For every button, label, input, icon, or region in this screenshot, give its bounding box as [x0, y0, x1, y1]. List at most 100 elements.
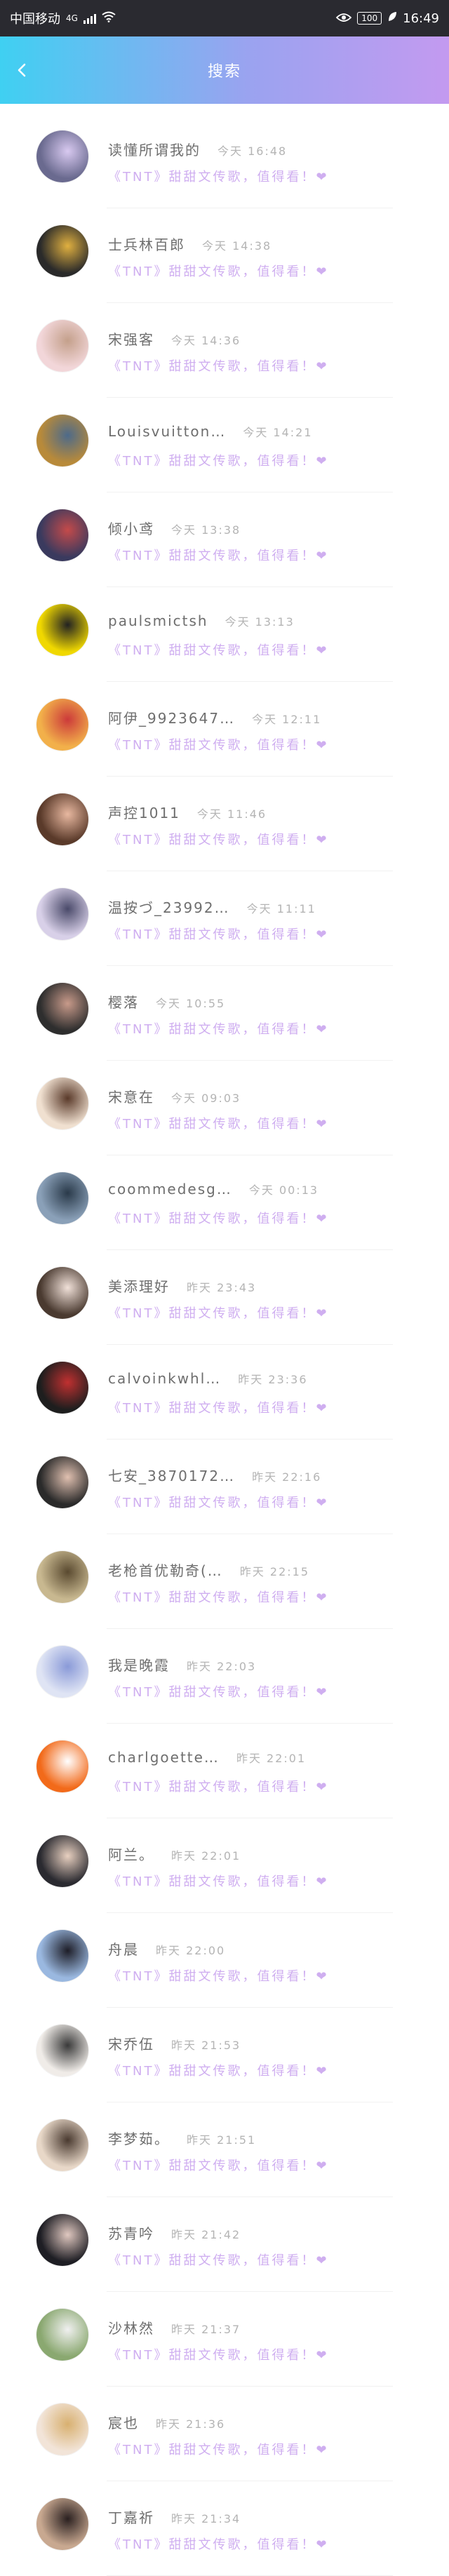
user-name: coommedesg…	[108, 1181, 232, 1198]
name-line: 宋意在 今天 09:03	[108, 1086, 241, 1106]
list-item[interactable]: 老枪首优勒奇(… 昨天 22:15 《TNT》甜甜文传歌，值得看！❤	[0, 1534, 449, 1629]
eye-icon	[335, 11, 352, 26]
carrier-label: 中国移动	[10, 12, 60, 27]
list-item[interactable]: 樱落 今天 10:55 《TNT》甜甜文传歌，值得看！❤	[0, 966, 449, 1061]
avatar	[36, 1078, 88, 1129]
back-button[interactable]	[8, 56, 36, 84]
name-line: 七安_3870172… 昨天 22:16	[108, 1465, 321, 1485]
list-item[interactable]: 倾小鸢 今天 13:38 《TNT》甜甜文传歌，值得看！❤	[0, 492, 449, 587]
user-name: 舟晨	[108, 1941, 139, 1958]
timestamp: 今天 16:48	[217, 145, 288, 158]
name-line: 宸也 昨天 21:36	[108, 2412, 225, 2432]
message-preview: 《TNT》甜甜文传歌，值得看！❤	[108, 2443, 329, 2457]
message-preview: 《TNT》甜甜文传歌，值得看！❤	[108, 359, 329, 374]
name-line: 丁嘉祈 昨天 21:34	[108, 2507, 241, 2527]
list-item[interactable]: 宋意在 今天 09:03 《TNT》甜甜文传歌，值得看！❤	[0, 1061, 449, 1155]
timestamp: 昨天 22:00	[156, 1944, 226, 1957]
message-preview: 《TNT》甜甜文传歌，值得看！❤	[108, 643, 329, 658]
timestamp: 今天 11:11	[246, 902, 316, 915]
avatar	[36, 2309, 88, 2361]
message-preview: 《TNT》甜甜文传歌，值得看！❤	[108, 2537, 329, 2552]
list-item[interactable]: 舟晨 昨天 22:00 《TNT》甜甜文传歌，值得看！❤	[0, 1913, 449, 2008]
list-item[interactable]: 丁嘉祈 昨天 21:34 《TNT》甜甜文传歌，值得看！❤	[0, 2481, 449, 2576]
list-item[interactable]: 我是晚霞 昨天 22:03 《TNT》甜甜文传歌，值得看！❤	[0, 1629, 449, 1724]
user-name: 沙林然	[108, 2320, 154, 2337]
timestamp: 今天 12:11	[252, 713, 322, 726]
timestamp: 昨天 23:43	[187, 1281, 257, 1294]
message-preview: 《TNT》甜甜文传歌，值得看！❤	[108, 1590, 329, 1605]
list-item[interactable]: 阿伊_9923647… 今天 12:11 《TNT》甜甜文传歌，值得看！❤	[0, 682, 449, 777]
header-bar: 搜索	[0, 36, 449, 104]
list-item[interactable]: calvoinkwhl… 昨天 23:36 《TNT》甜甜文传歌，值得看！❤	[0, 1345, 449, 1440]
list-item[interactable]: 温按づ_23992… 今天 11:11 《TNT》甜甜文传歌，值得看！❤	[0, 871, 449, 966]
name-line: 倾小鸢 今天 13:38	[108, 518, 241, 538]
timestamp: 昨天 21:34	[171, 2512, 241, 2525]
timestamp: 今天 10:55	[156, 997, 226, 1010]
name-line: 老枪首优勒奇(… 昨天 22:15	[108, 1559, 309, 1580]
list-item[interactable]: 美添理好 昨天 23:43 《TNT》甜甜文传歌，值得看！❤	[0, 1250, 449, 1345]
list-item[interactable]: coommedesg… 今天 00:13 《TNT》甜甜文传歌，值得看！❤	[0, 1155, 449, 1250]
name-line: 沙林然 昨天 21:37	[108, 2317, 241, 2337]
name-line: 美添理好 昨天 23:43	[108, 1275, 256, 1296]
list-item[interactable]: 声控1011 今天 11:46 《TNT》甜甜文传歌，值得看！❤	[0, 777, 449, 871]
name-line: 樱落 今天 10:55	[108, 991, 225, 1012]
avatar	[36, 888, 88, 940]
timestamp: 昨天 21:37	[171, 2323, 241, 2336]
list-item[interactable]: charlgoette… 昨天 22:01 《TNT》甜甜文传歌，值得看！❤	[0, 1724, 449, 1818]
message-preview: 《TNT》甜甜文传歌，值得看！❤	[108, 1212, 329, 1226]
page-title: 搜索	[207, 63, 241, 81]
avatar	[36, 225, 88, 277]
avatar	[36, 1172, 88, 1224]
timestamp: 今天 13:38	[171, 523, 241, 537]
list-item[interactable]: paulsmictsh 今天 13:13 《TNT》甜甜文传歌，值得看！❤	[0, 587, 449, 682]
status-left: 中国移动 4G	[10, 9, 116, 27]
user-name: 倾小鸢	[108, 521, 154, 537]
name-line: 我是晚霞 昨天 22:03	[108, 1654, 256, 1675]
user-name: 士兵林百郎	[108, 236, 185, 253]
message-preview: 《TNT》甜甜文传歌，值得看！❤	[108, 1874, 329, 1889]
status-right: 100 16:49	[335, 11, 439, 26]
list-item[interactable]: 李梦茹。 昨天 21:51 《TNT》甜甜文传歌，值得看！❤	[0, 2102, 449, 2197]
name-line: charlgoette… 昨天 22:01	[108, 1749, 306, 1766]
list-item[interactable]: 宸也 昨天 21:36 《TNT》甜甜文传歌，值得看！❤	[0, 2387, 449, 2481]
timestamp: 昨天 22:01	[236, 1752, 307, 1765]
list-item[interactable]: 七安_3870172… 昨天 22:16 《TNT》甜甜文传歌，值得看！❤	[0, 1440, 449, 1534]
message-preview: 《TNT》甜甜文传歌，值得看！❤	[108, 1306, 329, 1321]
avatar	[36, 2498, 88, 2550]
message-preview: 《TNT》甜甜文传歌，值得看！❤	[108, 1496, 329, 1510]
message-preview: 《TNT》甜甜文传歌，值得看！❤	[108, 927, 329, 942]
list-item[interactable]: 苏青吟 昨天 21:42 《TNT》甜甜文传歌，值得看！❤	[0, 2197, 449, 2292]
name-line: 舟晨 昨天 22:00	[108, 1938, 225, 1959]
avatar	[36, 1456, 88, 1508]
list-item[interactable]: Louisvuitton… 今天 14:21 《TNT》甜甜文传歌，值得看！❤	[0, 398, 449, 492]
user-name: 阿伊_9923647…	[108, 710, 236, 727]
name-line: 士兵林百郎 今天 14:38	[108, 234, 272, 254]
timestamp: 昨天 21:53	[171, 2039, 241, 2052]
avatar	[36, 509, 88, 561]
list-item[interactable]: 读懂所谓我的 今天 16:48 《TNT》甜甜文传歌，值得看！❤	[0, 114, 449, 208]
avatar	[36, 1930, 88, 1982]
user-name: 阿兰。	[108, 1846, 154, 1863]
timestamp: 昨天 21:36	[156, 2417, 226, 2431]
message-preview: 《TNT》甜甜文传歌，值得看！❤	[108, 1685, 329, 1700]
list-item[interactable]: 宋乔伍 昨天 21:53 《TNT》甜甜文传歌，值得看！❤	[0, 2008, 449, 2102]
user-name: 苏青吟	[108, 2225, 154, 2242]
timestamp: 今天 09:03	[171, 1092, 241, 1105]
name-line: 声控1011 今天 11:46	[108, 802, 267, 822]
avatar	[36, 130, 88, 182]
avatar	[36, 1646, 88, 1698]
list-item[interactable]: 沙林然 昨天 21:37 《TNT》甜甜文传歌，值得看！❤	[0, 2292, 449, 2387]
list-item[interactable]: 宋强客 今天 14:36 《TNT》甜甜文传歌，值得看！❤	[0, 303, 449, 398]
timestamp: 今天 14:38	[202, 239, 272, 253]
timestamp: 昨天 21:42	[171, 2228, 241, 2241]
signal-icon	[83, 13, 96, 24]
list-item[interactable]: 士兵林百郎 今天 14:38 《TNT》甜甜文传歌，值得看！❤	[0, 208, 449, 303]
user-name: 美添理好	[108, 1278, 170, 1295]
list-item[interactable]: 阿兰。 昨天 22:01 《TNT》甜甜文传歌，值得看！❤	[0, 1818, 449, 1913]
avatar	[36, 793, 88, 845]
user-name: 李梦茹。	[108, 2131, 170, 2147]
timestamp: 昨天 23:36	[238, 1373, 308, 1386]
message-preview: 《TNT》甜甜文传歌，值得看！❤	[108, 2159, 329, 2173]
message-preview: 《TNT》甜甜文传歌，值得看！❤	[108, 264, 329, 279]
avatar	[36, 2403, 88, 2455]
